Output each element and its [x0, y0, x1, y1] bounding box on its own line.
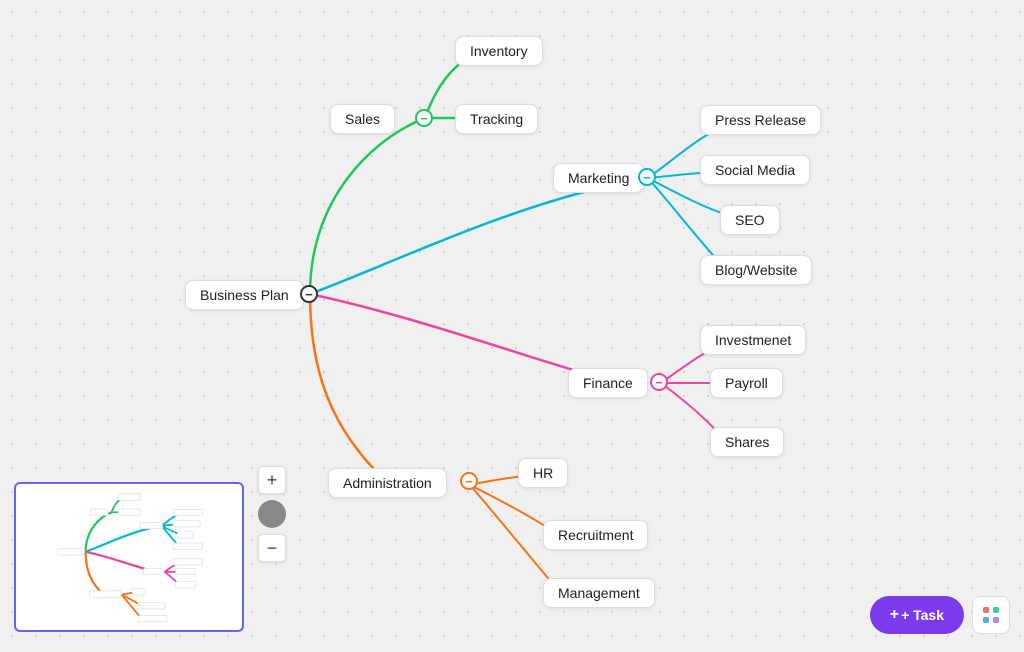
grid-icon: [981, 605, 1001, 625]
node-label: Inventory: [470, 43, 528, 59]
collapse-finance[interactable]: −: [650, 373, 668, 391]
node-label: Recruitment: [558, 527, 633, 543]
node-payroll[interactable]: Payroll: [710, 368, 783, 398]
node-label: Blog/Website: [715, 262, 797, 278]
node-seo[interactable]: SEO: [720, 205, 780, 235]
minimap-svg: [16, 484, 244, 632]
grid-apps-button[interactable]: [972, 596, 1010, 634]
zoom-out-button[interactable]: −: [258, 534, 286, 562]
zoom-indicator: [258, 500, 286, 528]
node-hr[interactable]: HR: [518, 458, 568, 488]
node-management[interactable]: Management: [543, 578, 655, 608]
node-label: Social Media: [715, 162, 795, 178]
node-business-plan[interactable]: Business Plan: [185, 280, 304, 310]
node-investmenet[interactable]: Investmenet: [700, 325, 806, 355]
node-label: Payroll: [725, 375, 768, 391]
minimap: [14, 482, 244, 632]
collapse-business-plan[interactable]: −: [300, 285, 318, 303]
zoom-controls: + −: [258, 466, 286, 562]
node-label: Tracking: [470, 111, 523, 127]
node-label: Finance: [583, 375, 633, 391]
collapse-administration[interactable]: −: [460, 472, 478, 490]
node-label: HR: [533, 465, 553, 481]
node-blog-website[interactable]: Blog/Website: [700, 255, 812, 285]
node-label: Shares: [725, 434, 769, 450]
node-label: SEO: [735, 212, 765, 228]
add-task-button[interactable]: + + Task: [870, 596, 964, 634]
node-tracking[interactable]: Tracking: [455, 104, 538, 134]
node-administration[interactable]: Administration: [328, 468, 447, 498]
node-finance[interactable]: Finance: [568, 368, 648, 398]
task-btn-label: + Task: [901, 607, 944, 623]
node-social-media[interactable]: Social Media: [700, 155, 810, 185]
node-label: Administration: [343, 475, 432, 491]
node-label: Business Plan: [200, 287, 289, 303]
collapse-sales[interactable]: −: [415, 109, 433, 127]
mindmap-canvas: Business Plan − Sales − Inventory Tracki…: [0, 0, 1024, 652]
node-label: Management: [558, 585, 640, 601]
node-label: Sales: [345, 111, 380, 127]
node-inventory[interactable]: Inventory: [455, 36, 543, 66]
node-marketing[interactable]: Marketing: [553, 163, 644, 193]
collapse-marketing[interactable]: −: [638, 168, 656, 186]
task-plus-icon: +: [890, 606, 899, 624]
node-recruitment[interactable]: Recruitment: [543, 520, 648, 550]
node-label: Press Release: [715, 112, 806, 128]
node-shares[interactable]: Shares: [710, 427, 784, 457]
node-sales[interactable]: Sales: [330, 104, 395, 134]
node-label: Investmenet: [715, 332, 791, 348]
node-press-release[interactable]: Press Release: [700, 105, 821, 135]
node-label: Marketing: [568, 170, 629, 186]
zoom-in-button[interactable]: +: [258, 466, 286, 494]
